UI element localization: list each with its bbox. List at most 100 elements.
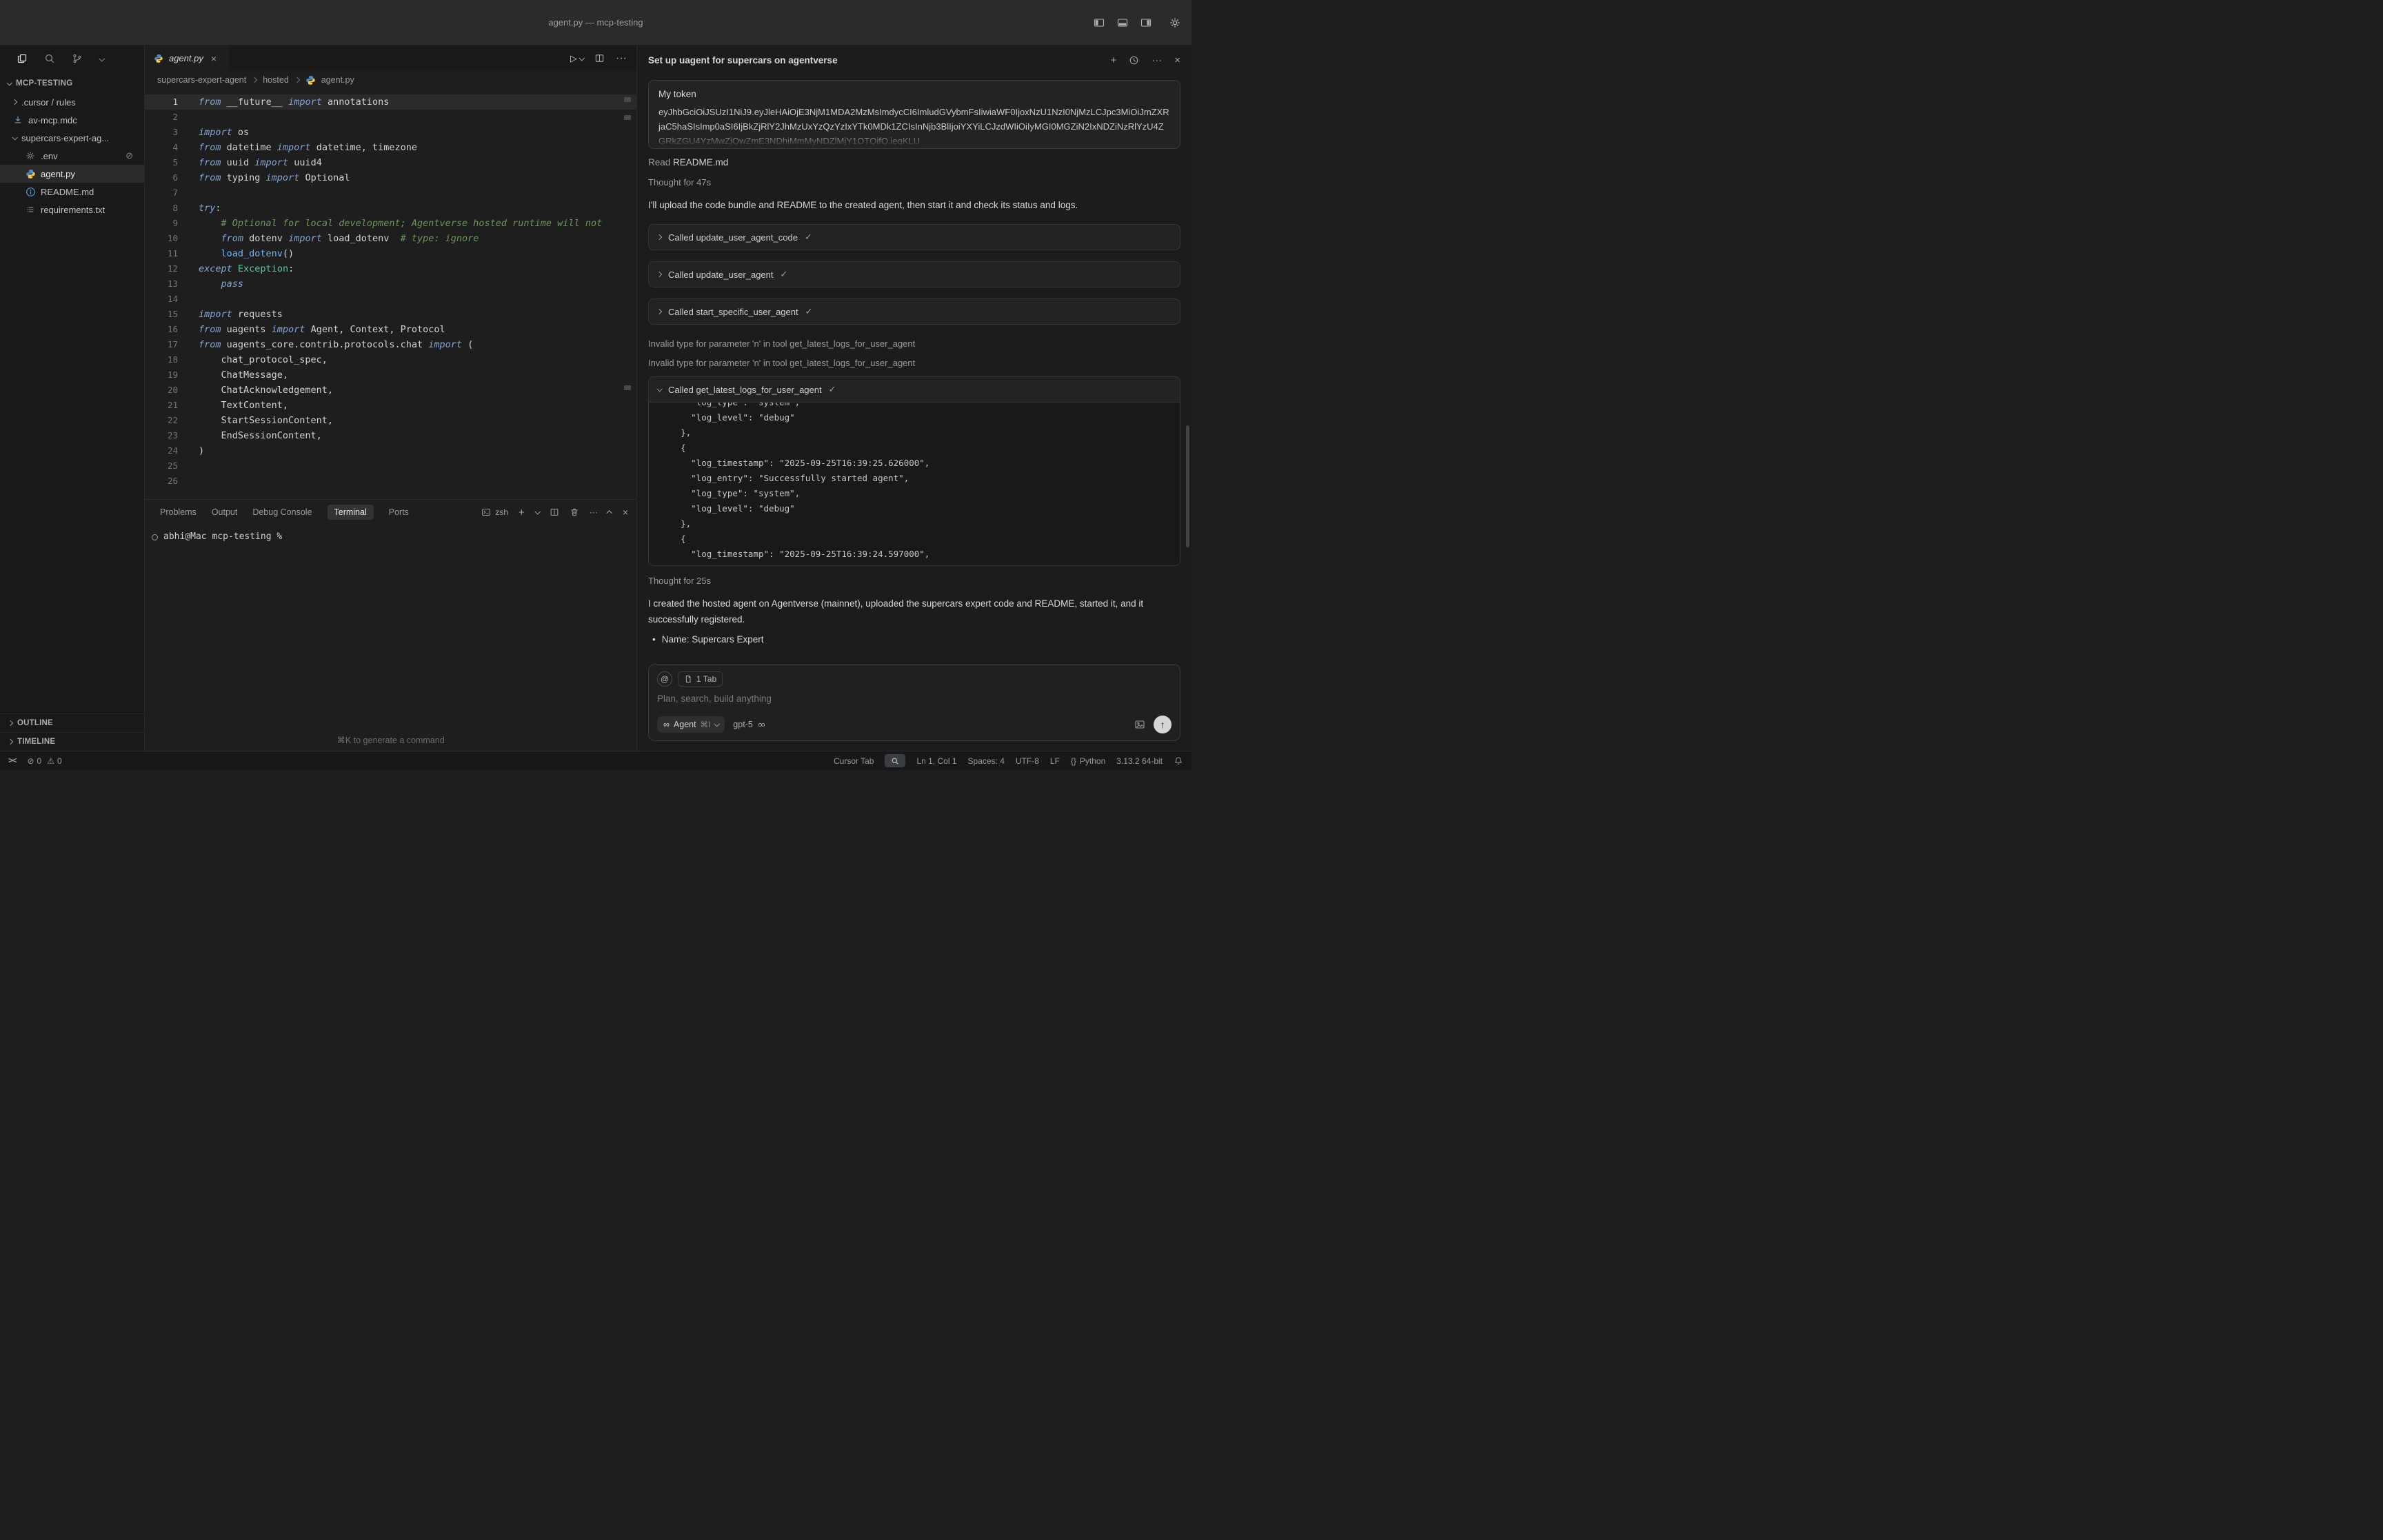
model-selector[interactable]: gpt-5 xyxy=(733,720,766,729)
new-terminal-icon[interactable]: + xyxy=(519,507,525,518)
tree-item--env[interactable]: .env⊘ xyxy=(0,147,144,165)
close-panel-icon[interactable]: × xyxy=(623,507,628,518)
sidebar-section-timeline[interactable]: TIMELINE xyxy=(0,732,144,751)
code-line-11[interactable]: 11 load_dotenv() xyxy=(145,246,636,261)
split-editor-icon[interactable] xyxy=(594,53,605,63)
code-line-23[interactable]: 23 EndSessionContent, xyxy=(145,428,636,443)
code-line-24[interactable]: 24) xyxy=(145,443,636,458)
chevron-down-icon[interactable] xyxy=(534,509,540,514)
thought-summary[interactable]: Thought for 47s xyxy=(648,177,1180,188)
maximize-panel-icon[interactable] xyxy=(606,510,612,516)
mention-icon[interactable]: @ xyxy=(657,671,672,687)
tree-item-av-mcp-mdc[interactable]: av-mcp.mdc xyxy=(0,111,144,129)
agent-mode-selector[interactable]: ∞ Agent ⌘I xyxy=(657,716,725,733)
chat-input-box[interactable]: @ 1 Tab Plan, search, build anything ∞ A… xyxy=(648,664,1180,741)
chat-more-icon[interactable]: ··· xyxy=(1152,54,1162,66)
tab-agent-py[interactable]: agent.py × xyxy=(145,45,229,71)
search-icon[interactable] xyxy=(44,53,55,64)
tree-item-agent-py[interactable]: agent.py xyxy=(0,165,144,183)
settings-gear-icon[interactable] xyxy=(1169,17,1180,28)
context-tab-chip[interactable]: 1 Tab xyxy=(678,671,723,687)
code-line-6[interactable]: 6from typing import Optional xyxy=(145,170,636,185)
tool-call-card[interactable]: Called update_user_agent✓ xyxy=(648,261,1180,287)
cursor-position[interactable]: Ln 1, Col 1 xyxy=(916,756,956,766)
tool-call-card[interactable]: Called start_specific_user_agent✓ xyxy=(648,298,1180,325)
log-output[interactable]: "log_type": "system", "log_level": "debu… xyxy=(649,402,1180,565)
code-line-19[interactable]: 19 ChatMessage, xyxy=(145,367,636,383)
code-line-9[interactable]: 9 # Optional for local development; Agen… xyxy=(145,216,636,231)
code-line-12[interactable]: 12except Exception: xyxy=(145,261,636,276)
notifications-bell-icon[interactable] xyxy=(1174,756,1183,766)
more-actions-icon[interactable]: ··· xyxy=(616,52,627,65)
kill-terminal-icon[interactable] xyxy=(570,507,579,517)
indentation-status[interactable]: Spaces: 4 xyxy=(968,756,1005,766)
cursor-tab-status[interactable]: Cursor Tab xyxy=(834,756,874,766)
panel-tab-ports[interactable]: Ports xyxy=(389,507,409,517)
code-line-10[interactable]: 10 from dotenv import load_dotenv # type… xyxy=(145,231,636,246)
code-line-16[interactable]: 16from uagents import Agent, Context, Pr… xyxy=(145,322,636,337)
chat-input-placeholder[interactable]: Plan, search, build anything xyxy=(657,693,1172,704)
encoding-status[interactable]: UTF-8 xyxy=(1016,756,1039,766)
code-line-22[interactable]: 22 StartSessionContent, xyxy=(145,413,636,428)
workspace-header[interactable]: MCP-TESTING xyxy=(0,71,144,92)
code-line-15[interactable]: 15import requests xyxy=(145,307,636,322)
breadcrumb-item[interactable]: supercars-expert-agent xyxy=(157,75,246,85)
token-card[interactable]: My token eyJhbGciOiJSUzI1NiJ9.eyJleHAiOj… xyxy=(648,80,1180,149)
code-line-1[interactable]: 1from __future__ import annotations xyxy=(145,94,636,110)
explorer-icon[interactable] xyxy=(17,53,28,64)
tree-item--cursor-rules[interactable]: .cursor / rules xyxy=(0,93,144,111)
code-line-17[interactable]: 17from uagents_core.contrib.protocols.ch… xyxy=(145,337,636,352)
code-line-21[interactable]: 21 TextContent, xyxy=(145,398,636,413)
log-card-header[interactable]: Called get_latest_logs_for_user_agent ✓ xyxy=(649,377,1180,402)
code-line-8[interactable]: 8try: xyxy=(145,201,636,216)
panel-tab-terminal[interactable]: Terminal xyxy=(328,505,374,520)
zoom-button[interactable] xyxy=(885,754,905,767)
source-control-icon[interactable] xyxy=(72,53,83,64)
panel-tab-output[interactable]: Output xyxy=(212,507,238,517)
chevron-down-icon[interactable] xyxy=(99,52,103,65)
history-icon[interactable] xyxy=(1129,55,1139,65)
toggle-right-sidebar-icon[interactable] xyxy=(1140,17,1152,28)
close-chat-icon[interactable]: × xyxy=(1174,54,1180,66)
terminal[interactable]: abhi@Mac mcp-testing % xyxy=(145,525,636,751)
chat-conversation[interactable]: My token eyJhbGciOiJSUzI1NiJ9.eyJleHAiOj… xyxy=(637,74,1192,664)
sidebar-section-outline[interactable]: OUTLINE xyxy=(0,713,144,732)
problems-indicator[interactable]: ⊘ 0 ⚠ 0 xyxy=(27,756,61,766)
image-icon[interactable] xyxy=(1134,719,1145,730)
code-editor[interactable]: 1from __future__ import annotations23imp… xyxy=(145,89,636,499)
shell-selector[interactable]: zsh xyxy=(481,507,508,517)
code-line-18[interactable]: 18 chat_protocol_spec, xyxy=(145,352,636,367)
tab-close-icon[interactable]: × xyxy=(211,53,217,64)
panel-more-icon[interactable]: ··· xyxy=(590,507,598,517)
run-button[interactable]: ▷ xyxy=(570,53,583,64)
eol-status[interactable]: LF xyxy=(1050,756,1060,766)
send-button[interactable]: ↑ xyxy=(1154,716,1172,733)
code-line-14[interactable]: 14 xyxy=(145,292,636,307)
code-line-13[interactable]: 13 pass xyxy=(145,276,636,292)
panel-tab-debug-console[interactable]: Debug Console xyxy=(252,507,312,517)
new-chat-icon[interactable]: + xyxy=(1110,54,1116,66)
code-line-4[interactable]: 4from datetime import datetime, timezone xyxy=(145,140,636,155)
thought-summary[interactable]: Thought for 25s xyxy=(648,576,1180,586)
tool-call-card[interactable]: Called update_user_agent_code✓ xyxy=(648,224,1180,250)
language-status[interactable]: {} Python xyxy=(1071,756,1105,766)
tree-item-readme-md[interactable]: README.md xyxy=(0,183,144,201)
code-line-2[interactable]: 2 xyxy=(145,110,636,125)
tree-item-supercars-expert-ag-[interactable]: supercars-expert-ag... xyxy=(0,129,144,147)
code-line-7[interactable]: 7 xyxy=(145,185,636,201)
code-line-3[interactable]: 3import os xyxy=(145,125,636,140)
python-version-status[interactable]: 3.13.2 64-bit xyxy=(1116,756,1163,766)
toggle-bottom-panel-icon[interactable] xyxy=(1117,17,1128,28)
log-tool-card[interactable]: Called get_latest_logs_for_user_agent ✓ … xyxy=(648,376,1180,566)
tree-item-requirements-txt[interactable]: requirements.txt xyxy=(0,201,144,219)
code-line-20[interactable]: 20 ChatAcknowledgement, xyxy=(145,383,636,398)
panel-tab-problems[interactable]: Problems xyxy=(160,507,197,517)
split-terminal-icon[interactable] xyxy=(550,507,559,517)
remote-indicator-icon[interactable]: >< xyxy=(8,757,16,765)
code-line-26[interactable]: 26 xyxy=(145,474,636,489)
breadcrumb-item[interactable]: agent.py xyxy=(321,75,354,85)
breadcrumb-item[interactable]: hosted xyxy=(263,75,289,85)
read-target[interactable]: README.md xyxy=(673,157,728,168)
code-line-5[interactable]: 5from uuid import uuid4 xyxy=(145,155,636,170)
chat-scrollbar[interactable] xyxy=(1186,425,1189,547)
